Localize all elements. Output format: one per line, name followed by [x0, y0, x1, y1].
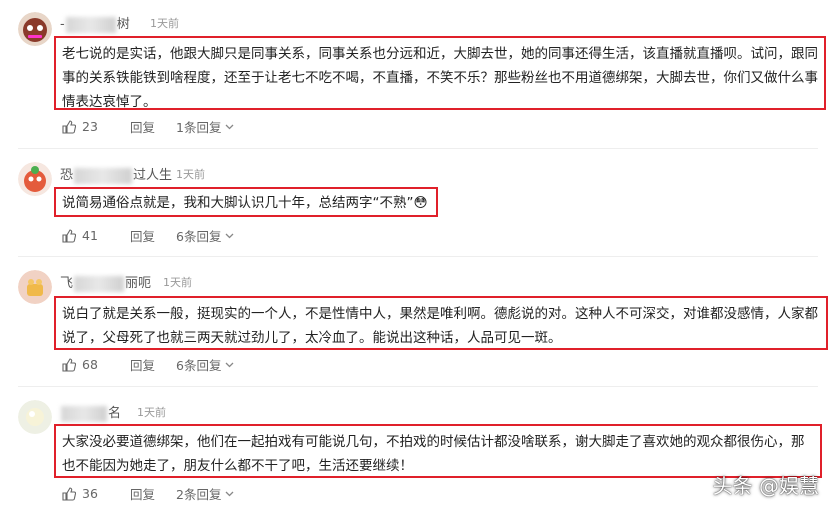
comment-actions: 23 回复 1条回复: [62, 117, 234, 136]
avatar[interactable]: [18, 270, 52, 304]
comment-time: 1天前: [163, 276, 192, 289]
user-name[interactable]: 飞丽呃: [60, 272, 151, 292]
reply-button[interactable]: 回复: [130, 484, 176, 503]
chevron-down-icon: [225, 491, 234, 496]
view-replies-button[interactable]: 6条回复: [176, 355, 234, 374]
comment-time: 1天前: [150, 17, 179, 30]
comment-text: 大家没必要道德绑架，他们在一起拍戏有可能说几句，不拍戏的时候估计都没啥联系，谢大…: [54, 424, 822, 478]
thumbs-up-icon: [62, 119, 76, 134]
comment-actions: 41 回复 6条回复: [62, 226, 234, 245]
comment-time: 1天前: [176, 168, 205, 181]
thumbs-up-icon: [62, 486, 76, 501]
user-name[interactable]: 恐过人生: [60, 164, 172, 184]
reply-button[interactable]: 回复: [130, 226, 176, 245]
avatar[interactable]: [18, 12, 52, 46]
like-button[interactable]: 36: [62, 486, 130, 501]
comment-time: 1天前: [137, 406, 166, 419]
user-name[interactable]: -树: [60, 13, 130, 33]
like-button[interactable]: 23: [62, 119, 130, 134]
view-replies-button[interactable]: 6条回复: [176, 226, 234, 245]
comment-text: 说白了就是关系一般，挺现实的一个人，不是性情中人，果然是唯利啊。德彪说的对。这种…: [54, 296, 828, 350]
like-count: 41: [82, 228, 98, 243]
comment-text: 说简易通俗点就是，我和大脚认识几十年，总结两字“不熟”😳: [54, 187, 438, 217]
user-name[interactable]: 名: [60, 402, 121, 422]
avatar[interactable]: [18, 400, 52, 434]
like-count: 36: [82, 486, 98, 501]
chevron-down-icon: [225, 124, 234, 129]
like-count: 68: [82, 357, 98, 372]
watermark: 头条 @娱慧: [712, 474, 819, 498]
avatar[interactable]: [18, 162, 52, 196]
chevron-down-icon: [225, 233, 234, 238]
like-button[interactable]: 41: [62, 228, 130, 243]
like-button[interactable]: 68: [62, 357, 130, 372]
thumbs-up-icon: [62, 228, 76, 243]
like-count: 23: [82, 119, 98, 134]
chevron-down-icon: [225, 362, 234, 367]
divider: [18, 386, 818, 387]
reply-button[interactable]: 回复: [130, 355, 176, 374]
comment-text: 老七说的是实话，他跟大脚只是同事关系，同事关系也分远和近，大脚去世，她的同事还得…: [54, 36, 826, 110]
divider: [18, 256, 818, 257]
view-replies-button[interactable]: 1条回复: [176, 117, 234, 136]
reply-button[interactable]: 回复: [130, 117, 176, 136]
thumbs-up-icon: [62, 357, 76, 372]
comment-actions: 68 回复 6条回复: [62, 355, 234, 374]
comment-actions: 36 回复 2条回复: [62, 484, 234, 503]
view-replies-button[interactable]: 2条回复: [176, 484, 234, 503]
divider: [18, 148, 818, 149]
